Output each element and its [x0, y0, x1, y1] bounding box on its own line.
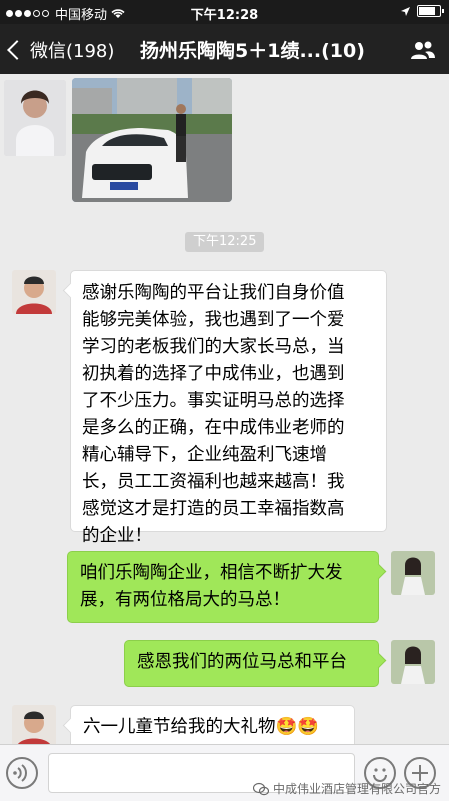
sender-avatar[interactable]	[12, 705, 56, 749]
message-text: 感谢乐陶陶的平台让我们自身价值 能够完美体验，我也遇到了一个爱 学习的老板我们的…	[82, 283, 345, 546]
sender-avatar[interactable]	[12, 270, 56, 314]
message-text: 咱们乐陶陶企业，相信不断扩大发 展，有两位格局大的马总！	[80, 563, 343, 610]
message-bubble[interactable]: 感恩我们的两位马总和平台	[124, 640, 387, 687]
back-button[interactable]: 微信(198)	[7, 37, 115, 63]
battery-icon	[417, 5, 444, 17]
sound-wave-icon	[13, 764, 27, 782]
message-text: 感恩我们的两位马总和平台	[137, 652, 347, 672]
message-bubble[interactable]: 咱们乐陶陶企业，相信不断扩大发 展，有两位格局大的马总！	[67, 551, 387, 623]
sender-avatar[interactable]	[4, 80, 66, 156]
status-bar: 中国移动 下午12:28	[0, 0, 449, 24]
chevron-left-icon	[7, 40, 27, 60]
chat-area[interactable]: 下午12:25 感谢乐陶陶的平台让我们自身价值 能够完美体验，我也遇到了一个爱 …	[0, 74, 449, 752]
message-bubble[interactable]: 感谢乐陶陶的平台让我们自身价值 能够完美体验，我也遇到了一个爱 学习的老板我们的…	[62, 270, 387, 546]
timestamp-chip: 下午12:25	[185, 232, 265, 252]
message-text: 六一儿童节给我的大礼物🤩🤩	[83, 717, 320, 737]
self-avatar[interactable]	[391, 640, 435, 684]
self-avatar[interactable]	[391, 551, 435, 595]
watermark: 中成伟业酒店管理有限公司官方	[252, 780, 441, 797]
voice-input-button[interactable]	[6, 757, 38, 789]
status-right	[400, 5, 444, 17]
nav-bar: 微信(198) 扬州乐陶陶5＋1绩...(10)	[0, 24, 449, 74]
chat-title: 扬州乐陶陶5＋1绩...(10)	[140, 40, 365, 62]
group-members-icon[interactable]	[411, 40, 435, 60]
status-time: 下午12:28	[190, 8, 259, 23]
watermark-text: 中成伟业酒店管理有限公司官方	[272, 782, 441, 796]
back-label: 微信(198)	[30, 41, 115, 62]
location-arrow-icon	[401, 6, 410, 16]
wechat-logo-icon	[252, 782, 269, 795]
car-photo[interactable]	[72, 78, 232, 202]
